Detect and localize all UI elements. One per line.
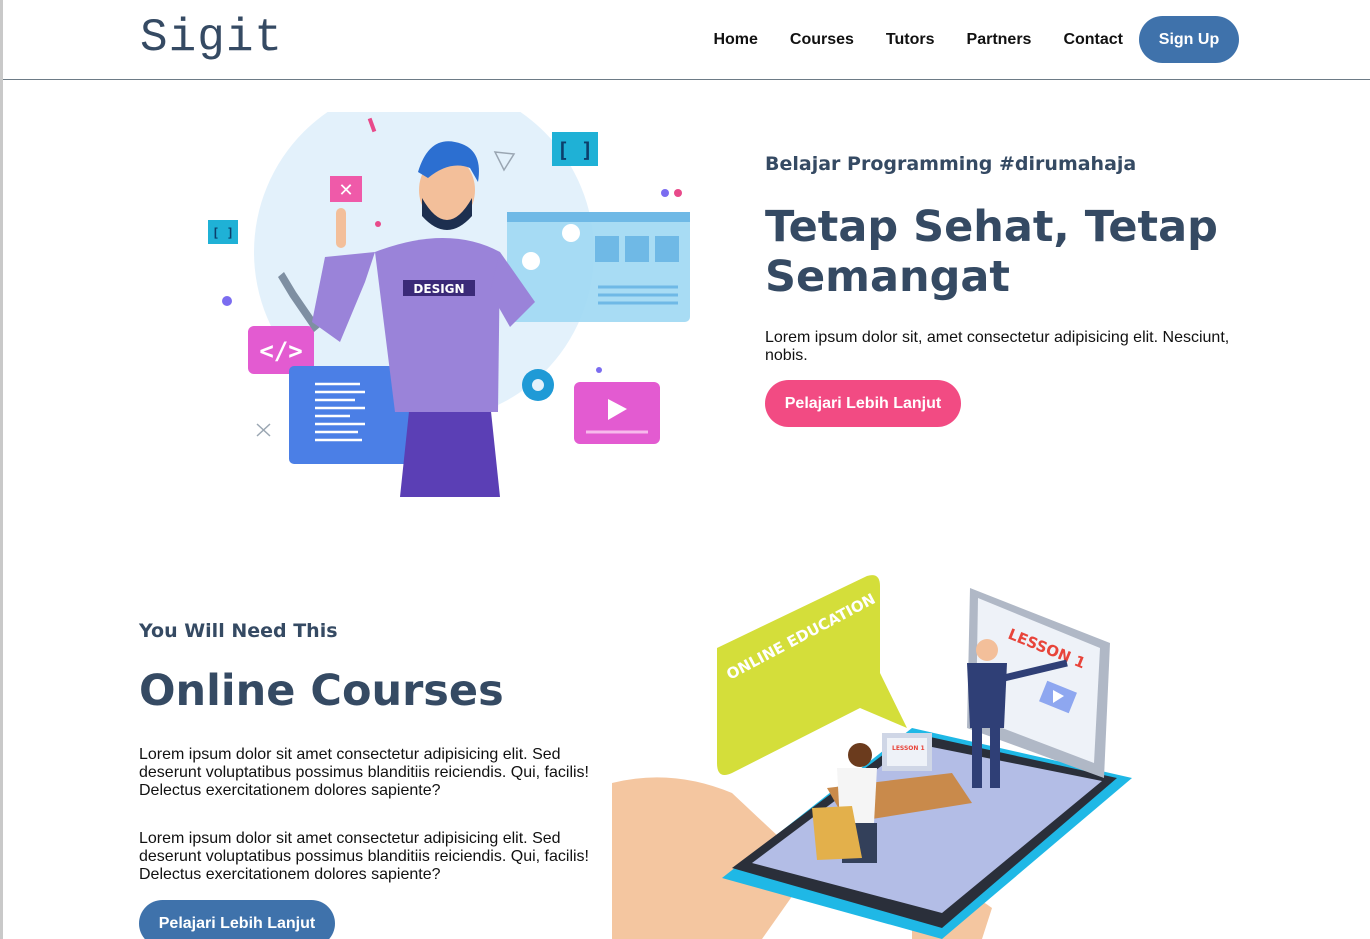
window-edge <box>0 0 3 939</box>
svg-text:[ ]: [ ] <box>212 226 234 240</box>
svg-text:DESIGN: DESIGN <box>413 282 464 296</box>
nav-link-partners[interactable]: Partners <box>967 31 1032 49</box>
navbar: Sigit Home Courses Tutors Partners Conta… <box>3 0 1370 80</box>
nav-links: Home Courses Tutors Partners Contact Sig… <box>713 16 1239 63</box>
site-logo[interactable]: Sigit <box>140 12 283 64</box>
courses-subtitle: You Will Need This <box>139 620 338 642</box>
svg-text:</>: </> <box>259 337 302 365</box>
courses-title: Online Courses <box>139 666 504 716</box>
hero-illustration: [ ] [ ] ✕ </> DESIGN <box>208 112 690 497</box>
svg-text:✕: ✕ <box>338 180 353 201</box>
hero-title: Tetap Sehat, Tetap Semangat <box>765 202 1218 302</box>
nav-link-contact[interactable]: Contact <box>1063 31 1123 49</box>
online-education-illustration: LESSON 1 ONLINE EDUCATION LESSON 1 <box>612 575 1132 939</box>
courses-paragraph-2: Lorem ipsum dolor sit amet consectetur a… <box>139 830 589 883</box>
nav-link-courses[interactable]: Courses <box>790 31 854 49</box>
courses-paragraph-1: Lorem ipsum dolor sit amet consectetur a… <box>139 746 589 799</box>
svg-text:[ ]: [ ] <box>557 138 593 162</box>
nav-link-home[interactable]: Home <box>713 31 757 49</box>
hero-text: Lorem ipsum dolor sit, amet consectetur … <box>765 329 1230 364</box>
courses-learn-more-button[interactable]: Pelajari Lebih Lanjut <box>139 900 335 939</box>
hero-subtitle: Belajar Programming #dirumahaja <box>765 153 1137 175</box>
hero-learn-more-button[interactable]: Pelajari Lebih Lanjut <box>765 380 961 427</box>
nav-link-tutors[interactable]: Tutors <box>886 31 935 49</box>
svg-text:LESSON 1: LESSON 1 <box>892 745 925 752</box>
signup-button[interactable]: Sign Up <box>1139 16 1239 63</box>
